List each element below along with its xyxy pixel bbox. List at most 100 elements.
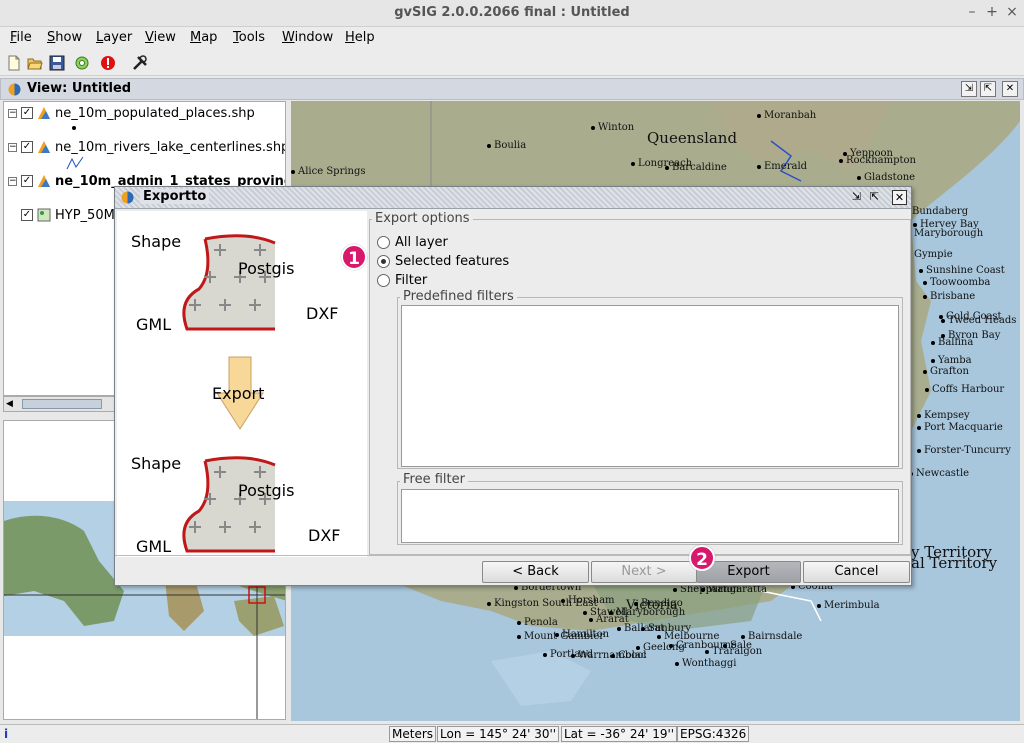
label-dxf-bottom: DXF [308, 526, 341, 545]
map-place: Sunshine Coast [919, 265, 1005, 276]
vector-layer-icon [38, 107, 50, 119]
status-bar: i Meters Lon = 145° 24' 30'' Lat = -36° … [0, 724, 1024, 743]
new-document-icon[interactable] [4, 53, 24, 73]
map-place: Bairnsdale [741, 631, 802, 642]
layer-name: ne_10m_rivers_lake_centerlines.shp [55, 139, 286, 155]
view-close-icon[interactable]: ✕ [1002, 81, 1018, 97]
radio-label: Filter [395, 273, 428, 288]
map-place: Winton [591, 122, 634, 133]
map-place: Wonthaggi [675, 658, 736, 669]
map-place: Newcastle [909, 468, 969, 479]
layer-visibility-checkbox[interactable]: ✓ [21, 107, 33, 119]
menu-show[interactable]: Show [47, 30, 82, 45]
window-titlebar: gvSIG 2.0.0.2066 final : Untitled – + × [0, 0, 1024, 27]
layer-visibility-checkbox[interactable]: ✓ [21, 209, 33, 221]
radio-label: All layer [395, 235, 448, 250]
back-button[interactable]: < Back [482, 561, 589, 583]
predefined-filters-list[interactable] [401, 305, 899, 467]
toolbar [0, 50, 1024, 76]
menu-tools[interactable]: Tools [233, 30, 265, 45]
dialog-title: Exportto [140, 189, 210, 204]
gvsig-view-icon [8, 83, 21, 96]
next-button[interactable]: Next > [591, 561, 697, 583]
dialog-close-icon[interactable]: ✕ [892, 190, 907, 205]
settings-icon[interactable] [72, 53, 92, 73]
maximize-button[interactable]: + [984, 4, 1000, 20]
layer-visibility-checkbox[interactable]: ✓ [21, 175, 33, 187]
map-label-queensland: Queensland [647, 129, 738, 147]
collapse-icon[interactable]: − [8, 108, 17, 118]
radio-selected-features[interactable]: Selected features [377, 254, 509, 269]
menu-layer[interactable]: Layer [96, 30, 132, 45]
map-place: Sunbury [641, 623, 691, 634]
vector-layer-icon [38, 175, 50, 187]
map-place: Alice Springs [291, 166, 366, 177]
label-shape-bottom: Shape [131, 454, 182, 473]
radio-all-layer[interactable]: All layer [377, 235, 448, 250]
dialog-titlebar[interactable]: Exportto ⇲ ⇱ ✕ [115, 187, 911, 209]
toc-layer-hyp[interactable]: ✓ HYP_50M [8, 206, 115, 224]
map-place: Emerald [757, 161, 807, 172]
map-place: Ballina [931, 337, 973, 348]
map-place: Bundaberg [905, 206, 968, 217]
map-label-territory-2: al Territory [911, 554, 998, 572]
menu-window[interactable]: Window [282, 30, 333, 45]
label-gml-bottom: GML [136, 537, 172, 556]
free-filter-input[interactable] [401, 489, 899, 543]
status-units[interactable]: Meters [389, 726, 437, 742]
callout-badge-2: 2 [689, 545, 715, 571]
menu-view[interactable]: View [145, 30, 176, 45]
map-place: Moranbah [757, 110, 816, 121]
collapse-icon[interactable]: − [8, 142, 17, 152]
info-icon[interactable]: i [4, 727, 8, 741]
map-place: Gympie [907, 249, 953, 260]
radio-button[interactable] [377, 236, 390, 249]
view-restore-icon[interactable]: ⇲ [961, 81, 977, 97]
layer-visibility-checkbox[interactable]: ✓ [21, 141, 33, 153]
close-window-button[interactable]: × [1004, 4, 1020, 20]
map-place: Bendigo [634, 598, 683, 609]
gvsig-dialog-icon [121, 191, 134, 204]
toc-layer-populated-places[interactable]: − ✓ ne_10m_populated_places.shp [8, 104, 255, 122]
collapse-icon[interactable]: − [8, 176, 17, 186]
open-folder-icon[interactable] [25, 53, 45, 73]
radio-filter[interactable]: Filter [377, 273, 427, 288]
menu-help[interactable]: Help [345, 30, 375, 45]
menu-file[interactable]: File [10, 30, 32, 45]
map-place: Penola [517, 617, 558, 628]
scroll-left-icon[interactable]: ◀ [6, 399, 13, 409]
radio-label: Selected features [395, 254, 510, 269]
map-place: Hamilton [555, 629, 609, 640]
save-icon[interactable] [47, 53, 67, 73]
layer-name: HYP_50M [55, 207, 115, 223]
radio-button[interactable] [377, 274, 390, 287]
status-epsg[interactable]: EPSG:4326 [677, 726, 750, 742]
map-place: Forster-Tuncurry [917, 445, 1011, 456]
menu-bar: File Show Layer View Map Tools Window He… [0, 27, 1024, 50]
menu-map[interactable]: Map [190, 30, 217, 45]
format-blob-top [182, 234, 276, 331]
layer-name: ne_10m_populated_places.shp [55, 105, 255, 121]
map-place: Coffs Harbour [925, 384, 1004, 395]
cancel-button[interactable]: Cancel [803, 561, 910, 583]
label-shape-top: Shape [131, 232, 182, 251]
minimize-button[interactable]: – [964, 4, 980, 20]
dialog-maximize-icon[interactable]: ⇱ [867, 190, 882, 205]
status-latitude: Lat = -36° 24' 19'' [561, 726, 678, 742]
view-maximize-icon[interactable]: ⇱ [980, 81, 996, 97]
export-options-label: Export options [372, 211, 473, 226]
view-window-header: View: Untitled ⇲ ⇱ ✕ [0, 78, 1024, 100]
map-place: Barcaldine [665, 162, 727, 173]
label-postgis-top: Postgis [238, 259, 295, 278]
error-icon[interactable] [98, 53, 118, 73]
map-place: Yamba [931, 355, 972, 366]
tools-icon[interactable] [130, 53, 150, 73]
scroll-thumb[interactable] [22, 399, 102, 409]
dialog-restore-icon[interactable]: ⇲ [849, 190, 864, 205]
export-options-panel: Export options All layer Selected featur… [369, 211, 911, 555]
toc-layer-rivers[interactable]: − ✓ ne_10m_rivers_lake_centerlines.shp [8, 138, 286, 156]
window-title: gvSIG 2.0.0.2066 final : Untitled [394, 5, 630, 20]
label-gml-top: GML [136, 315, 172, 334]
radio-button[interactable] [377, 255, 390, 268]
map-place: Boulia [487, 140, 526, 151]
